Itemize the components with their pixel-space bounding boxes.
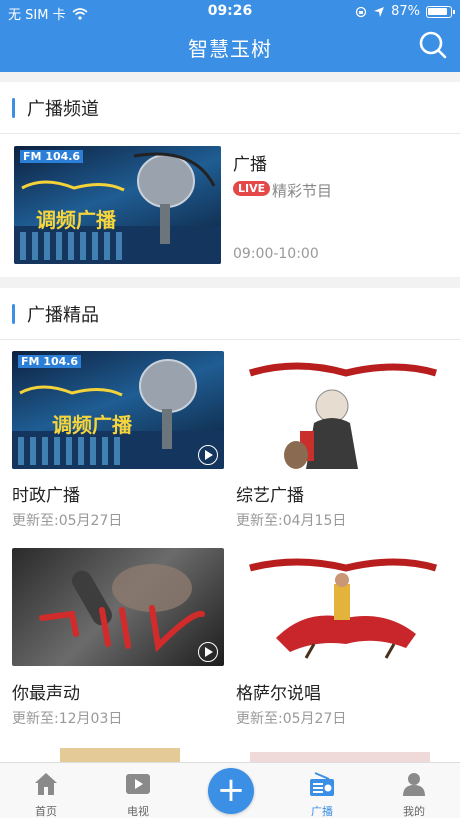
section-title-featured: 广播精品 xyxy=(27,304,99,326)
live-badge: LIVE xyxy=(233,181,271,196)
tab-home[interactable]: 首页 xyxy=(0,763,92,818)
section-title-channels: 广播频道 xyxy=(27,98,99,120)
tab-label-profile: 我的 xyxy=(403,805,425,818)
play-icon xyxy=(198,642,218,662)
app-header: 无 SIM 卡 09:26 87% 智慧玉树 xyxy=(0,0,460,72)
tab-label-radio: 广播 xyxy=(311,805,333,818)
section-marker xyxy=(12,97,15,118)
program-thumbnail xyxy=(12,548,224,666)
section-marker xyxy=(12,303,15,324)
user-icon xyxy=(403,773,425,796)
channel-subtitle: 精彩节目 xyxy=(272,182,333,200)
battery-icon xyxy=(426,5,455,18)
tab-profile[interactable]: 我的 xyxy=(368,763,460,818)
program-thumbnail xyxy=(236,548,448,666)
thumb-caption: 调频广播 xyxy=(52,413,132,437)
radio-icon xyxy=(310,772,334,796)
battery-percent: 87% xyxy=(391,4,420,19)
program-thumbnail: FM 104.6 调频广播 xyxy=(12,351,224,469)
tab-tv[interactable]: 电视 xyxy=(92,763,184,818)
home-icon xyxy=(35,773,57,795)
rotation-lock-icon xyxy=(355,6,367,17)
play-icon xyxy=(198,445,218,465)
program-updated: 更新至:05月27日 xyxy=(12,513,123,529)
status-bar: 无 SIM 卡 09:26 87% xyxy=(0,0,460,24)
thumb-caption: 调频广播 xyxy=(36,208,116,232)
search-icon[interactable] xyxy=(418,30,448,60)
program-updated: 更新至:05月27日 xyxy=(236,711,347,727)
page-title: 智慧玉树 xyxy=(188,37,272,61)
program-updated: 更新至:12月03日 xyxy=(12,711,123,727)
program-title: 你最声动 xyxy=(12,684,80,704)
program-updated: 更新至:04月15日 xyxy=(236,513,347,529)
tab-label-tv: 电视 xyxy=(127,805,149,818)
channel-name: 广播 xyxy=(233,155,267,175)
program-title: 格萨尔说唱 xyxy=(236,684,321,704)
tab-label-home: 首页 xyxy=(35,805,57,818)
program-title: 时政广播 xyxy=(12,486,80,506)
add-button[interactable]: + xyxy=(208,768,254,814)
program-thumbnail xyxy=(236,351,448,469)
tv-play-icon xyxy=(126,774,150,794)
program-card-partial[interactable] xyxy=(250,752,430,762)
thumb-tag: FM 104.6 xyxy=(20,150,84,163)
location-icon xyxy=(374,6,385,17)
channel-time: 09:00-10:00 xyxy=(233,246,319,262)
channel-thumbnail: FM 104.6 调频广播 xyxy=(14,146,221,264)
thumb-tag: FM 104.6 xyxy=(18,355,82,368)
tab-radio[interactable]: 广播 xyxy=(276,763,368,818)
program-card-partial[interactable] xyxy=(60,748,180,762)
program-title: 综艺广播 xyxy=(236,486,304,506)
